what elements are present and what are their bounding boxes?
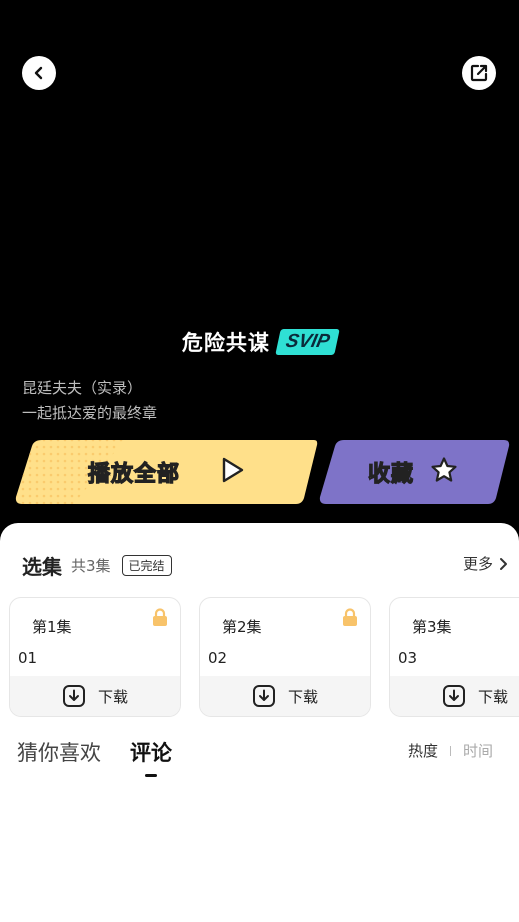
download-button[interactable]: 下载 <box>200 676 370 716</box>
episodes-count: 共3集 <box>71 557 111 575</box>
chevron-right-icon <box>500 557 507 570</box>
download-button[interactable]: 下载 <box>10 676 180 716</box>
episode-name: 第1集 <box>32 618 72 636</box>
show-subtitle: 昆廷夫夫（实录） <box>22 379 143 397</box>
star-icon <box>431 457 457 482</box>
svip-badge: SVIP <box>275 329 340 355</box>
play-all-label: 播放全部 <box>87 461 181 487</box>
episode-name: 第2集 <box>222 618 262 636</box>
comment-sort: 热度 时间 <box>408 740 493 761</box>
title-row: 危险共谋 SVIP <box>0 327 519 357</box>
episodes-title: 选集 <box>22 555 62 579</box>
tab-active-indicator <box>145 774 157 777</box>
chevron-left-icon <box>34 66 43 80</box>
episode-number: 01 <box>18 649 38 667</box>
tab-recommendations[interactable]: 猜你喜欢 <box>17 737 101 767</box>
hero-area: 危险共谋 SVIP 昆廷夫夫（实录） 一起抵达爱的最终章 播放全部 收藏 <box>0 0 519 540</box>
share-external-icon <box>470 64 488 82</box>
play-all-button[interactable]: 播放全部 <box>14 438 318 506</box>
episode-card-1[interactable]: 第1集 01 下载 <box>9 597 181 717</box>
play-icon <box>222 457 244 483</box>
episode-number: 02 <box>208 649 228 667</box>
episode-card-3[interactable]: 第3集 03 下载 <box>389 597 519 717</box>
sort-time-option[interactable]: 时间 <box>463 740 493 761</box>
sort-divider <box>449 745 451 756</box>
content-tabs: 猜你喜欢 评论 <box>17 737 172 777</box>
completed-badge: 已完结 <box>121 555 172 576</box>
favorite-label: 收藏 <box>367 461 415 487</box>
tab-comments[interactable]: 评论 <box>130 737 172 777</box>
sort-hot-option[interactable]: 热度 <box>408 740 438 761</box>
download-icon <box>442 685 465 707</box>
lock-icon <box>343 608 357 626</box>
episode-list: 第1集 01 下载 第2集 02 下载 第3集 03 下载 <box>9 597 519 719</box>
episode-name: 第3集 <box>412 618 452 636</box>
more-episodes-link[interactable]: 更多 <box>463 553 509 574</box>
episode-card-2[interactable]: 第2集 02 下载 <box>199 597 371 717</box>
back-button[interactable] <box>22 56 56 90</box>
download-button[interactable]: 下载 <box>390 676 519 716</box>
download-icon <box>252 685 275 707</box>
episodes-header: 选集 共3集 已完结 <box>22 551 172 580</box>
lock-icon <box>153 608 167 626</box>
favorite-button[interactable]: 收藏 <box>318 438 510 506</box>
download-label: 下载 <box>97 687 128 706</box>
more-label: 更多 <box>462 555 493 573</box>
show-tagline: 一起抵达爱的最终章 <box>22 404 158 422</box>
show-title: 危险共谋 <box>181 331 270 355</box>
download-icon <box>62 685 85 707</box>
episode-number: 03 <box>398 649 418 667</box>
share-button[interactable] <box>462 56 496 90</box>
tab-comments-label: 评论 <box>130 741 172 765</box>
download-label: 下载 <box>287 687 318 706</box>
download-label: 下载 <box>477 687 508 706</box>
episode-sheet: 选集 共3集 已完结 更多 第1集 01 下载 第2集 02 下载 第3集 03… <box>0 523 519 922</box>
